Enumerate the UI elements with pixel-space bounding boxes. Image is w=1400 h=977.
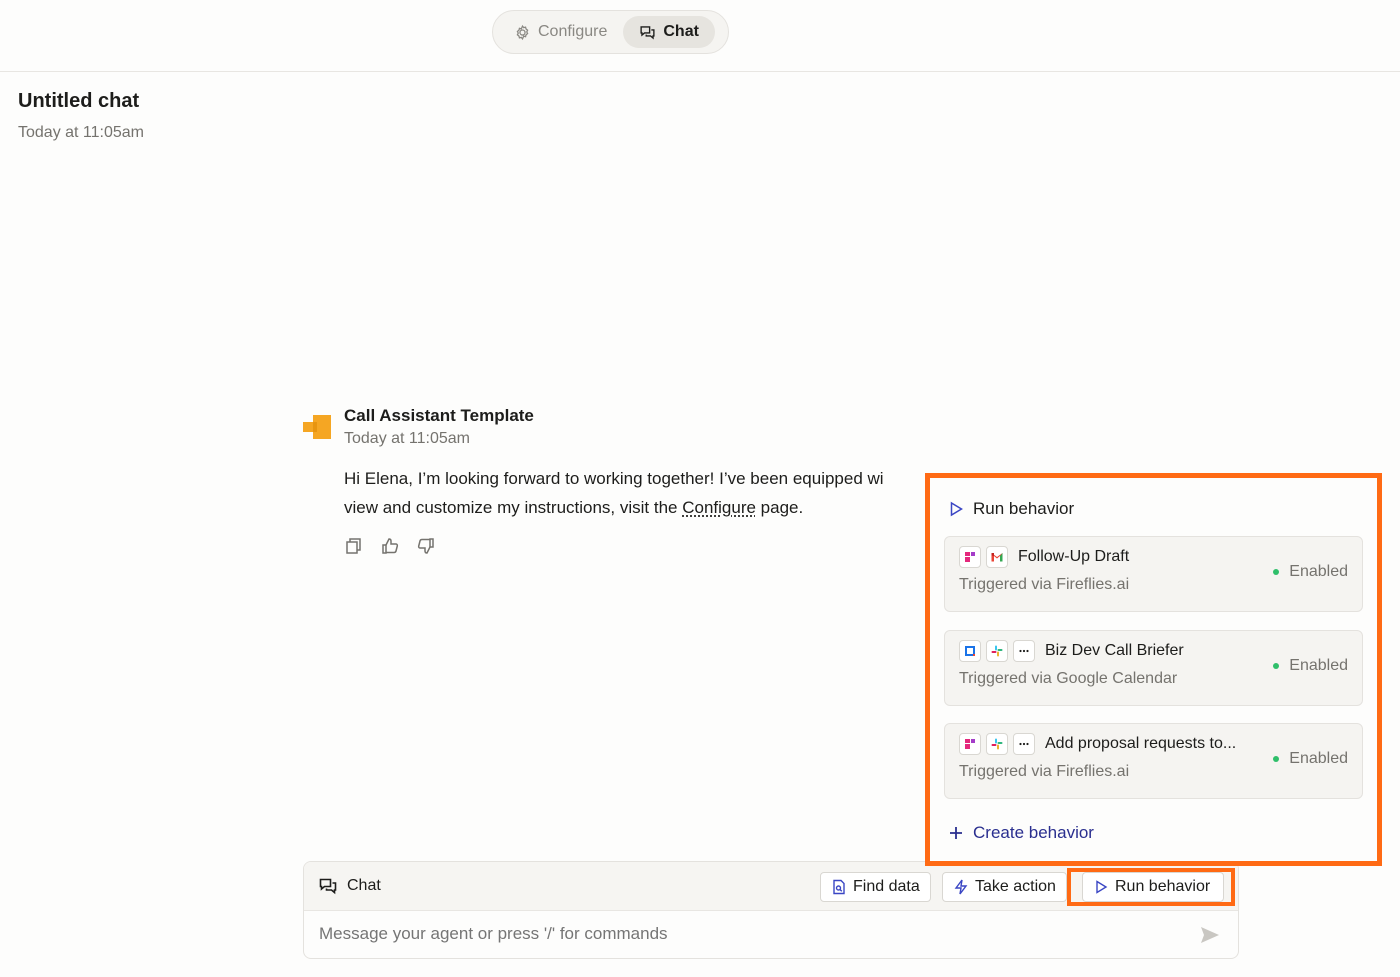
message-text-line1: Hi Elena, I’m looking forward to working… [344, 469, 884, 488]
behavior-item-add-proposal-requests[interactable]: Add proposal requests to... Triggered vi… [944, 723, 1363, 799]
chat-bubbles-icon [319, 878, 337, 895]
more-icon [1013, 733, 1035, 755]
create-behavior-label: Create behavior [973, 823, 1094, 842]
slack-icon [986, 733, 1008, 755]
behavior-trigger: Triggered via Google Calendar [959, 670, 1178, 687]
run-behavior-popup: Run behavior Follow-Up Draft Triggered v… [925, 473, 1382, 866]
find-data-label: Find data [853, 878, 920, 895]
chat-timestamp: Today at 11:05am [18, 124, 145, 141]
message-actions [344, 536, 436, 556]
fireflies-icon [959, 546, 981, 568]
behavior-name: Add proposal requests to... [1045, 735, 1237, 752]
top-bar: Configure Chat [0, 0, 1400, 72]
composer: Chat Find data Take action Run behavior [303, 861, 1239, 959]
configure-link[interactable]: Configure [682, 498, 756, 517]
chat-title: Untitled chat [18, 90, 140, 112]
message-timestamp: Today at 11:05am [344, 430, 471, 447]
behavior-status: Enabled [1273, 750, 1348, 768]
copy-icon [346, 538, 361, 554]
google-calendar-icon [959, 640, 981, 662]
behavior-name: Follow-Up Draft [1018, 548, 1130, 565]
send-icon[interactable] [1199, 924, 1221, 946]
message-input[interactable] [319, 924, 1179, 944]
thumbs-up-button[interactable] [380, 536, 400, 556]
status-dot [1273, 663, 1280, 669]
thumbs-down-icon [417, 538, 434, 554]
behavior-status: Enabled [1273, 657, 1348, 675]
tab-chat[interactable]: Chat [623, 16, 715, 48]
copy-button[interactable] [344, 536, 364, 556]
behavior-app-icons [959, 640, 1035, 662]
mode-toggle: Configure Chat [492, 10, 729, 54]
behavior-item-follow-up-draft[interactable]: Follow-Up Draft Triggered via Fireflies.… [944, 536, 1363, 612]
slack-icon [986, 640, 1008, 662]
status-dot [1273, 569, 1280, 575]
composer-mode-label: Chat [318, 876, 381, 896]
behavior-trigger: Triggered via Fireflies.ai [959, 576, 1130, 593]
run-behavior-button[interactable]: Run behavior [1082, 872, 1224, 902]
tab-configure[interactable]: Configure [498, 16, 623, 48]
take-action-button[interactable]: Take action [942, 872, 1067, 902]
create-behavior-button[interactable]: Create behavior [948, 823, 1094, 843]
popup-title-text: Run behavior [973, 499, 1075, 518]
fireflies-icon [959, 733, 981, 755]
behavior-app-icons [959, 546, 1008, 568]
composer-toolbar: Chat Find data Take action Run behavior [304, 862, 1238, 911]
message-text-line2: view and customize my instructions, visi… [344, 498, 683, 517]
tab-configure-label: Configure [538, 23, 608, 40]
tab-chat-label: Chat [663, 23, 699, 40]
run-behavior-label: Run behavior [1115, 878, 1211, 895]
gmail-icon [986, 546, 1008, 568]
plus-icon [950, 827, 962, 839]
play-icon [950, 501, 963, 517]
more-icon [1013, 640, 1035, 662]
behavior-status-text: Enabled [1289, 750, 1348, 767]
agent-avatar [303, 415, 331, 439]
chat-bubbles-icon [640, 25, 655, 39]
behavior-trigger: Triggered via Fireflies.ai [959, 763, 1130, 780]
status-dot [1273, 756, 1280, 762]
file-search-icon [833, 879, 845, 895]
find-data-button[interactable]: Find data [820, 872, 931, 902]
play-icon [1096, 880, 1108, 894]
composer-label-text: Chat [347, 877, 381, 894]
behavior-app-icons [959, 733, 1035, 755]
behavior-item-biz-dev-call-briefer[interactable]: Biz Dev Call Briefer Triggered via Googl… [944, 630, 1363, 706]
popup-title: Run behavior [948, 499, 1074, 519]
behavior-name: Biz Dev Call Briefer [1045, 642, 1184, 659]
message-text-end: page. [755, 498, 804, 517]
agent-name: Call Assistant Template [344, 406, 534, 425]
thumbs-up-icon [382, 538, 399, 554]
take-action-label: Take action [975, 878, 1056, 895]
behavior-status: Enabled [1273, 563, 1348, 581]
gear-icon [516, 24, 529, 40]
thumbs-down-button[interactable] [416, 536, 436, 556]
lightning-icon [954, 879, 968, 895]
behavior-status-text: Enabled [1289, 657, 1348, 674]
behavior-status-text: Enabled [1289, 563, 1348, 580]
